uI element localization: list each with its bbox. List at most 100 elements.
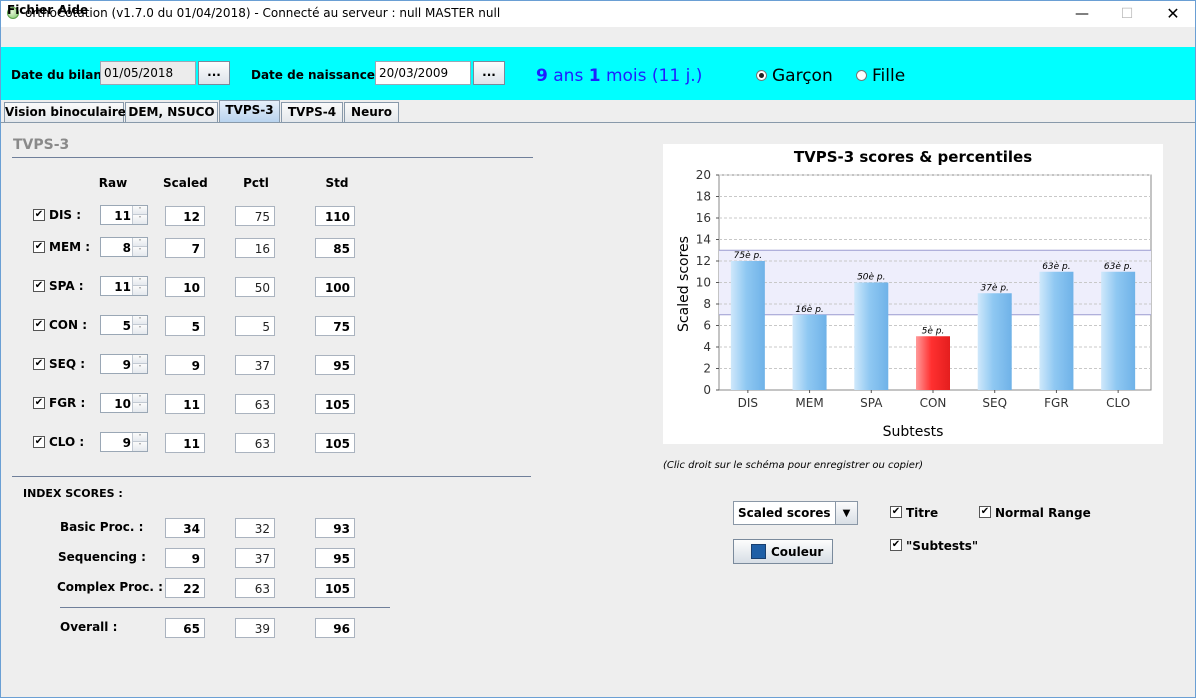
index-scaled: 22: [165, 578, 205, 598]
bar-label: 75è p.: [734, 250, 762, 261]
minimize-icon[interactable]: —: [1059, 0, 1105, 27]
col-std: Std: [325, 176, 349, 190]
spin-down-icon[interactable]: ˅: [133, 286, 147, 295]
spin-up-icon[interactable]: ˄: [133, 206, 147, 215]
raw-value[interactable]: 5: [123, 319, 131, 333]
scaled-cell: 7: [165, 238, 205, 258]
spinner-arrows[interactable]: ˄ ˅: [132, 316, 147, 334]
y-tick-label: 10: [696, 276, 711, 290]
spin-down-icon[interactable]: ˅: [133, 247, 147, 256]
spinner-arrows[interactable]: ˄ ˅: [132, 433, 147, 451]
row-checkbox[interactable]: ✔: [33, 358, 45, 370]
spin-down-icon[interactable]: ˅: [133, 364, 147, 373]
radio-garcon[interactable]: [756, 70, 767, 81]
row-checkbox[interactable]: ✔: [33, 436, 45, 448]
row-checkbox[interactable]: ✔: [33, 280, 45, 292]
normal-range-checkbox[interactable]: ✔: [979, 506, 991, 518]
spin-down-icon[interactable]: ˅: [133, 325, 147, 334]
overall-divider: [60, 607, 390, 608]
close-icon[interactable]: ✕: [1150, 0, 1196, 27]
row-checkbox[interactable]: ✔: [33, 209, 45, 221]
raw-spinner[interactable]: 11 ˄ ˅: [100, 205, 148, 225]
bar-chart[interactable]: TVPS-3 scores & percentiles 0 2 4 6 8 10 12 14 16…: [663, 144, 1163, 444]
radio-fille-label[interactable]: Fille: [872, 66, 905, 86]
tab-dem-nsuco[interactable]: DEM, NSUCO: [125, 102, 218, 122]
bar-label: 50è p.: [857, 272, 885, 283]
subtests-label[interactable]: "Subtests": [906, 539, 978, 553]
titre-checkbox[interactable]: ✔: [890, 506, 902, 518]
spin-up-icon[interactable]: ˄: [133, 355, 147, 364]
naissance-date-field[interactable]: 20/03/2009: [375, 61, 471, 85]
spinner-arrows[interactable]: ˄ ˅: [132, 206, 147, 224]
chart-note: (Clic droit sur le schéma pour enregistr…: [663, 460, 923, 471]
spin-down-icon[interactable]: ˅: [133, 442, 147, 451]
tab-neuro[interactable]: Neuro: [344, 102, 399, 122]
raw-spinner[interactable]: 9 ˄ ˅: [100, 432, 148, 452]
spin-up-icon[interactable]: ˄: [133, 394, 147, 403]
scaled-cell: 12: [165, 206, 205, 226]
tab-tvps-3[interactable]: TVPS-3: [219, 100, 280, 122]
chart-panel[interactable]: TVPS-3 scores & percentiles 0 2 4 6 8 10 12 14 16…: [663, 144, 1163, 444]
raw-value[interactable]: 10: [114, 397, 131, 411]
bilan-date-field[interactable]: 01/05/2018: [100, 61, 196, 85]
row-checkbox[interactable]: ✔: [33, 241, 45, 253]
color-button[interactable]: Couleur: [733, 539, 833, 564]
raw-value[interactable]: 9: [123, 358, 131, 372]
maximize-icon[interactable]: ☐: [1104, 0, 1150, 27]
row-label: MEM :: [49, 240, 91, 254]
row-checkbox[interactable]: ✔: [33, 397, 45, 409]
score-type-value: Scaled scores: [738, 506, 831, 520]
pctl-cell: 37: [235, 355, 275, 375]
row-label: CLO :: [49, 435, 85, 449]
index-std: 93: [315, 518, 355, 538]
bar-dis: [730, 261, 765, 390]
raw-value[interactable]: 8: [123, 241, 131, 255]
raw-spinner[interactable]: 8 ˄ ˅: [100, 237, 148, 257]
spinner-arrows[interactable]: ˄ ˅: [132, 355, 147, 373]
std-cell: 105: [315, 433, 355, 453]
spin-up-icon[interactable]: ˄: [133, 316, 147, 325]
menu-aide[interactable]: Aide: [58, 3, 88, 17]
std-cell: 85: [315, 238, 355, 258]
chevron-down-icon[interactable]: ▼: [835, 502, 857, 524]
pctl-cell: 63: [235, 433, 275, 453]
raw-value[interactable]: 11: [114, 280, 131, 294]
bar-con: [916, 336, 950, 390]
normal-range-label[interactable]: Normal Range: [995, 506, 1091, 520]
index-label: Basic Proc. :: [60, 520, 144, 534]
spin-down-icon[interactable]: ˅: [133, 403, 147, 412]
scaled-cell: 10: [165, 277, 205, 297]
radio-fille[interactable]: [856, 70, 867, 81]
raw-spinner[interactable]: 9 ˄ ˅: [100, 354, 148, 374]
titre-label[interactable]: Titre: [906, 506, 938, 520]
y-tick-label: 12: [696, 254, 711, 268]
y-tick-label: 4: [703, 340, 711, 354]
raw-value[interactable]: 11: [114, 209, 131, 223]
spinner-arrows[interactable]: ˄ ˅: [132, 394, 147, 412]
section-title: TVPS-3: [13, 137, 70, 153]
menu-fichier[interactable]: Fichier: [7, 3, 53, 17]
spin-up-icon[interactable]: ˄: [133, 238, 147, 247]
raw-spinner[interactable]: 10 ˄ ˅: [100, 393, 148, 413]
raw-value[interactable]: 9: [123, 436, 131, 450]
spinner-arrows[interactable]: ˄ ˅: [132, 238, 147, 256]
bilan-date-picker-button[interactable]: ...: [198, 61, 230, 85]
spinner-arrows[interactable]: ˄ ˅: [132, 277, 147, 295]
bilan-date-label: Date du bilan :: [11, 68, 111, 82]
radio-garcon-label[interactable]: Garçon: [772, 66, 833, 86]
x-tick-label: CLO: [1106, 396, 1130, 410]
spin-down-icon[interactable]: ˅: [133, 215, 147, 224]
naissance-date-picker-button[interactable]: ...: [473, 61, 505, 85]
score-type-select[interactable]: Scaled scores ▼: [733, 501, 858, 525]
pctl-cell: 16: [235, 238, 275, 258]
tab-vision-binoculaire[interactable]: Vision binoculaire: [4, 102, 126, 122]
tab-tvps-4[interactable]: TVPS-4: [281, 102, 343, 122]
y-axis-label: Scaled scores: [676, 236, 692, 332]
spin-up-icon[interactable]: ˄: [133, 277, 147, 286]
row-checkbox[interactable]: ✔: [33, 319, 45, 331]
raw-spinner[interactable]: 5 ˄ ˅: [100, 315, 148, 335]
subtests-checkbox[interactable]: ✔: [890, 539, 902, 551]
raw-spinner[interactable]: 11 ˄ ˅: [100, 276, 148, 296]
spin-up-icon[interactable]: ˄: [133, 433, 147, 442]
overall-scaled: 65: [165, 618, 205, 638]
